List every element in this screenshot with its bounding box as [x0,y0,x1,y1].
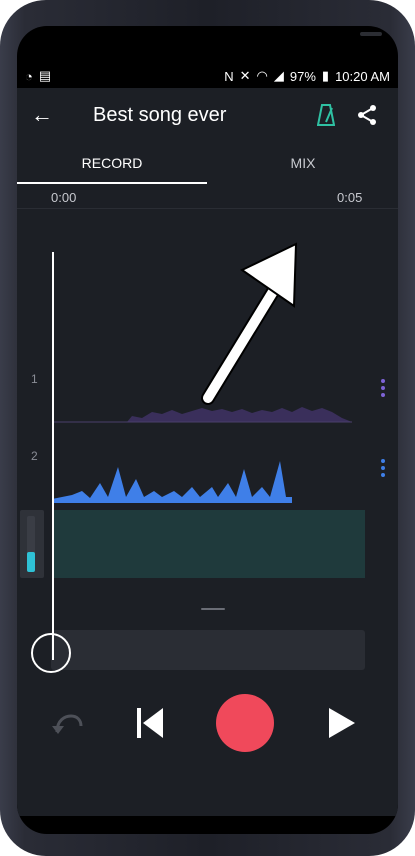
playhead-line [52,252,54,660]
track-1-menu-icon[interactable] [381,379,387,399]
timeline-end-label: 0:05 [337,190,363,205]
track-1-waveform[interactable] [52,394,362,424]
toolbar: ← Best song ever [17,88,398,144]
drag-handle[interactable] [201,608,225,610]
notification-icon: ◔ [25,68,33,84]
app-screen: ◔ ▤ N ✕ ◠ ◢ 97% ▮ 10:20 AM ← Best song e… [17,64,398,816]
share-icon[interactable] [357,104,377,126]
phone-screen: ◔ ▤ N ✕ ◠ ◢ 97% ▮ 10:20 AM ← Best song e… [17,26,398,834]
arrow-left-icon[interactable]: ← [31,102,53,128]
playhead-handle[interactable] [31,633,71,673]
mute-icon: ✕ [239,68,251,83]
track-2-waveform[interactable] [52,457,292,503]
song-title: Best song ever [93,104,227,126]
input-level-meter [20,510,44,578]
timeline-divider [17,208,398,209]
recording-track-area[interactable] [52,510,365,578]
nfc-icon: N [224,68,234,84]
metronome-icon[interactable] [317,104,335,126]
record-button[interactable] [216,694,274,752]
scrub-bar[interactable] [51,630,365,670]
speaker-grille [360,32,382,36]
skip-previous-icon[interactable] [135,706,165,740]
track-number: 2 [31,449,38,463]
battery-percent: 97% [289,68,316,84]
notch [169,26,382,48]
battery-icon: ▮ [321,68,330,83]
signal-icon: ◢ [273,68,284,83]
phone-frame: ◔ ▤ N ✕ ◠ ◢ 97% ▮ 10:20 AM ← Best song e… [0,0,415,856]
status-bar: ◔ ▤ N ✕ ◠ ◢ 97% ▮ 10:20 AM [17,64,398,88]
timeline-start-label: 0:00 [51,190,77,205]
undo-icon[interactable] [51,710,85,738]
wifi-icon: ◠ [256,68,268,83]
clipboard-icon: ▤ [38,68,52,83]
tab-bar: RECORD MIX [17,144,398,186]
clock: 10:20 AM [335,68,390,84]
tab-indicator [17,182,207,184]
track-number: 1 [31,372,38,386]
tab-record[interactable]: RECORD [17,144,207,186]
input-level-fill [27,552,35,572]
play-icon[interactable] [327,706,357,740]
track-2-menu-icon[interactable] [381,459,387,479]
transport-controls [17,688,398,758]
tab-mix[interactable]: MIX [208,144,398,186]
